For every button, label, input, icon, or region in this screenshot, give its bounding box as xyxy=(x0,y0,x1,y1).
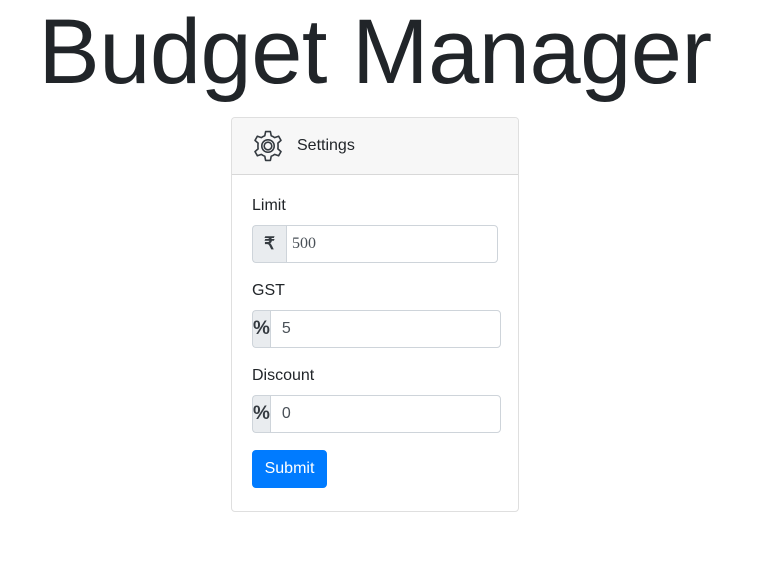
submit-button[interactable]: Submit xyxy=(252,450,327,488)
gear-icon xyxy=(251,129,285,163)
settings-card-header: Settings xyxy=(232,118,518,175)
settings-header-label: Settings xyxy=(297,137,355,154)
discount-input[interactable] xyxy=(269,395,501,433)
gst-input[interactable] xyxy=(269,310,501,348)
gst-input-group: % xyxy=(252,310,501,348)
percent-icon: % xyxy=(252,395,270,433)
page-title: Budget Manager xyxy=(38,1,712,103)
discount-label: Discount xyxy=(252,367,315,384)
rupee-icon: ₹ xyxy=(252,225,286,263)
gst-label: GST xyxy=(252,282,285,299)
percent-icon: % xyxy=(252,310,270,348)
limit-label: Limit xyxy=(252,197,286,214)
settings-form: Limit ₹ GST % Discount % Submit xyxy=(232,175,518,488)
discount-input-group: % xyxy=(252,395,501,433)
limit-input-group: ₹ xyxy=(252,225,498,263)
settings-card: Settings Limit ₹ GST % Discount % Submit xyxy=(231,117,519,512)
limit-input[interactable] xyxy=(286,225,498,263)
